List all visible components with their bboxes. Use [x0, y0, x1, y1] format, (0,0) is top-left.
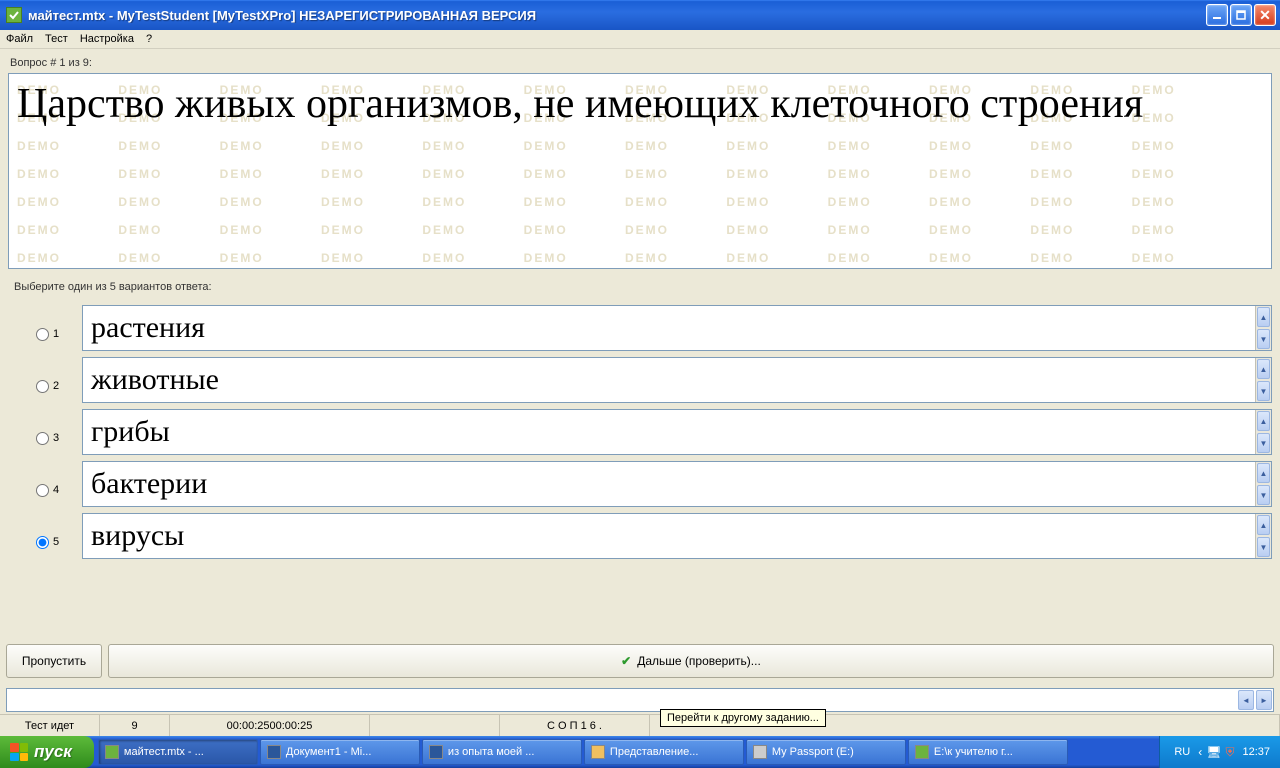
answer-radio[interactable] [36, 484, 49, 497]
taskbar-item-label: Представление... [610, 746, 698, 758]
answer-text: животные [83, 358, 1255, 402]
taskbar-item[interactable]: Документ1 - Mi... [260, 739, 420, 765]
taskbar-item-icon [267, 745, 281, 759]
question-box: DEMO DEMO DEMO DEMO DEMO DEMO DEMO DEMO … [8, 73, 1272, 269]
maximize-button[interactable] [1230, 4, 1252, 26]
taskbar-item-icon [753, 745, 767, 759]
scroll-up-icon[interactable]: ▲ [1257, 463, 1270, 483]
skip-button-label: Пропустить [22, 654, 86, 668]
tray-icons: ‹ 🖥 ⛨ [1198, 745, 1234, 760]
nav-row: Пропустить ✔ Дальше (проверить)... [0, 640, 1280, 682]
scroll-down-icon[interactable]: ▼ [1257, 381, 1270, 401]
answer-field[interactable]: растения ▲ ▼ [82, 305, 1272, 351]
menu-test[interactable]: Тест [45, 33, 68, 45]
answer-instruction: Выберите один из 5 вариантов ответа: [0, 275, 1280, 303]
check-icon: ✔ [621, 654, 631, 668]
taskbar-item[interactable]: майтест.mtx - ... [98, 739, 258, 765]
answer-radio[interactable] [36, 432, 49, 445]
answer-number: 4 [53, 484, 59, 496]
taskbar: пуск майтест.mtx - ... Документ1 - Mi... и… [0, 736, 1280, 768]
answer-field[interactable]: животные ▲ ▼ [82, 357, 1272, 403]
scroll-right-icon[interactable]: ► [1256, 690, 1272, 710]
status-running: Тест идет [0, 715, 100, 736]
menu-bar: Файл Тест Настройка ? [0, 30, 1280, 49]
taskbar-item[interactable]: из опыта моей ... [422, 739, 582, 765]
taskbar-item[interactable]: My Passport (E:) [746, 739, 906, 765]
status-empty1 [370, 715, 500, 736]
window-titlebar: майтест.mtx - MyTestStudent [MyTestXPro]… [0, 0, 1280, 30]
window-title: майтест.mtx - MyTestStudent [MyTestXPro]… [28, 8, 1206, 23]
answer-row: 1 растения ▲ ▼ [36, 305, 1272, 351]
answer-row: 3 грибы ▲ ▼ [36, 409, 1272, 455]
answer-row: 2 животные ▲ ▼ [36, 357, 1272, 403]
taskbar-item-label: Документ1 - Mi... [286, 746, 371, 758]
scroll-up-icon[interactable]: ▲ [1257, 411, 1270, 431]
menu-settings[interactable]: Настройка [80, 33, 134, 45]
app-icon [6, 7, 22, 23]
answer-radio[interactable] [36, 536, 49, 549]
taskbar-item[interactable]: E:\к учителю г... [908, 739, 1068, 765]
taskbar-item-icon [915, 745, 929, 759]
scroll-up-icon[interactable]: ▲ [1257, 359, 1270, 379]
scroll-up-icon[interactable]: ▲ [1257, 307, 1270, 327]
answer-row: 5 вирусы ▲ ▼ [36, 513, 1272, 559]
menu-help[interactable]: ? [146, 33, 152, 45]
taskbar-item-icon [429, 745, 443, 759]
taskbar-item-label: My Passport (E:) [772, 746, 854, 758]
answer-text: растения [83, 306, 1255, 350]
menu-file[interactable]: Файл [6, 33, 33, 45]
question-counter: Вопрос # 1 из 9: [0, 49, 1280, 71]
next-button[interactable]: ✔ Дальше (проверить)... [108, 644, 1274, 678]
minimize-button[interactable] [1206, 4, 1228, 26]
taskbar-item-label: E:\к учителю г... [934, 746, 1013, 758]
tray-clock[interactable]: 12:37 [1242, 746, 1270, 758]
answer-radio[interactable] [36, 380, 49, 393]
answer-text: грибы [83, 410, 1255, 454]
answer-number: 1 [53, 328, 59, 340]
answer-number: 5 [53, 536, 59, 548]
taskbar-item[interactable]: Представление... [584, 739, 744, 765]
taskbar-item-icon [591, 745, 605, 759]
status-count: 9 [100, 715, 170, 736]
answer-text: вирусы [83, 514, 1255, 558]
taskbar-item-icon [105, 745, 119, 759]
scroll-left-icon[interactable]: ◄ [1238, 690, 1254, 710]
scroll-down-icon[interactable]: ▼ [1257, 537, 1270, 557]
tray-lang[interactable]: RU [1174, 746, 1190, 758]
skip-button[interactable]: Пропустить [6, 644, 102, 678]
taskbar-item-label: из опыта моей ... [448, 746, 534, 758]
answer-field[interactable]: бактерии ▲ ▼ [82, 461, 1272, 507]
start-button[interactable]: пуск [0, 736, 94, 768]
scroll-down-icon[interactable]: ▼ [1257, 433, 1270, 453]
answers-list: 1 растения ▲ ▼ 2 животные ▲ ▼ 3 грибы [0, 303, 1280, 567]
scroll-down-icon[interactable]: ▼ [1257, 329, 1270, 349]
scroll-down-icon[interactable]: ▼ [1257, 485, 1270, 505]
status-letters: С О П 1 6 . [500, 715, 650, 736]
answer-field[interactable]: грибы ▲ ▼ [82, 409, 1272, 455]
close-button[interactable]: ✕ [1254, 4, 1276, 26]
task-picker[interactable]: ◄ ► [6, 688, 1274, 712]
question-text: Царство живых организмов, не имеющих кле… [9, 74, 1271, 134]
taskbar-item-label: майтест.mtx - ... [124, 746, 204, 758]
answer-radio[interactable] [36, 328, 49, 341]
next-button-label: Дальше (проверить)... [637, 654, 761, 668]
answer-field[interactable]: вирусы ▲ ▼ [82, 513, 1272, 559]
status-time: 00:00:2500:00:25 [170, 715, 370, 736]
tray-shield-icon[interactable]: ⛨ [1225, 745, 1234, 760]
tray-arrow-icon[interactable]: ‹ [1198, 745, 1202, 759]
answer-text: бактерии [83, 462, 1255, 506]
windows-logo-icon [10, 743, 28, 761]
tray-monitor-icon[interactable]: 🖥 [1206, 745, 1221, 759]
task-tooltip: Перейти к другому заданию... [660, 709, 826, 727]
answer-number: 2 [53, 380, 59, 392]
system-tray: RU ‹ 🖥 ⛨ 12:37 [1159, 736, 1280, 768]
status-bar: Тест идет 9 00:00:2500:00:25 С О П 1 6 .… [0, 714, 1280, 736]
answer-number: 3 [53, 432, 59, 444]
answer-row: 4 бактерии ▲ ▼ [36, 461, 1272, 507]
start-label: пуск [34, 742, 72, 762]
scroll-up-icon[interactable]: ▲ [1257, 515, 1270, 535]
